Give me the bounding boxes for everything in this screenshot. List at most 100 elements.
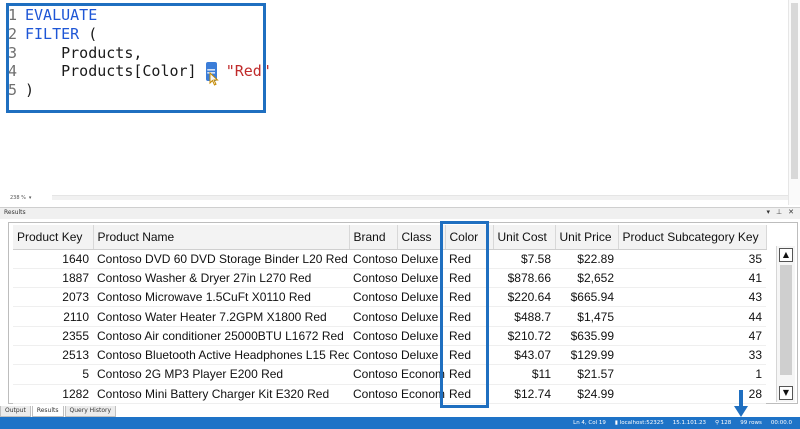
class-cell[interactable]: Deluxe xyxy=(397,345,445,366)
column-header[interactable]: Product Name xyxy=(93,225,350,250)
server-version: 15.1.101.23 xyxy=(672,420,706,426)
column-header[interactable]: Brand xyxy=(349,225,398,250)
product-key-cell[interactable]: 1887 xyxy=(13,268,93,289)
subcategory-key-cell[interactable]: 41 xyxy=(618,268,766,289)
product-name-cell[interactable]: Contoso Washer & Dryer 27in L270 Red xyxy=(93,268,349,289)
product-name-cell[interactable]: Contoso Mini Battery Charger Kit E320 Re… xyxy=(93,384,349,404)
class-cell[interactable]: Deluxe xyxy=(397,249,445,269)
brand-cell[interactable]: Contoso xyxy=(349,287,397,308)
unit-price-cell[interactable]: $24.99 xyxy=(555,384,618,404)
subcategory-key-cell[interactable]: 35 xyxy=(618,249,766,269)
class-cell[interactable]: Deluxe xyxy=(397,326,445,346)
results-pane-header: Results ▾ ⊥ ✕ xyxy=(0,207,800,219)
product-key-cell[interactable]: 2513 xyxy=(13,345,93,366)
color-column-highlight-box xyxy=(440,221,489,408)
zoom-indicator[interactable]: 238 % ▾ xyxy=(10,195,31,201)
unit-cost-cell[interactable]: $43.07 xyxy=(493,345,555,366)
brand-cell[interactable]: Contoso xyxy=(349,345,397,366)
subcategory-key-cell[interactable]: 47 xyxy=(618,326,766,346)
table-row[interactable]: 2355 Contoso Air conditioner 25000BTU L16… xyxy=(13,326,766,346)
unit-price-cell[interactable]: $22.89 xyxy=(555,249,618,269)
pane-menu-icon[interactable]: ▾ xyxy=(767,208,771,216)
column-header[interactable]: Product Key xyxy=(13,225,94,250)
tab-output[interactable]: Output xyxy=(0,406,31,417)
unit-cost-cell[interactable]: $7.58 xyxy=(493,249,555,269)
server-name: localhost:52325 xyxy=(619,420,664,426)
unit-price-cell[interactable]: $129.99 xyxy=(555,345,618,366)
tab-results[interactable]: Results xyxy=(31,406,64,417)
unit-price-cell[interactable]: $1,475 xyxy=(555,306,618,327)
unit-cost-cell[interactable]: $878.66 xyxy=(493,268,555,289)
product-key-cell[interactable]: 2355 xyxy=(13,326,93,346)
product-name-cell[interactable]: Contoso 2G MP3 Player E200 Red xyxy=(93,364,349,385)
product-name-cell[interactable]: Contoso Microwave 1.5CuFt X0110 Red xyxy=(93,287,349,308)
brand-cell[interactable]: Contoso xyxy=(349,249,397,269)
product-name-cell[interactable]: Contoso Bluetooth Active Headphones L15 … xyxy=(93,345,349,366)
product-key-cell[interactable]: 2110 xyxy=(13,306,93,327)
unit-cost-cell[interactable]: $210.72 xyxy=(493,326,555,346)
table-row[interactable]: 1282 Contoso Mini Battery Charger Kit E32… xyxy=(13,384,766,404)
column-header[interactable]: Unit Cost xyxy=(493,225,556,250)
subcategory-key-cell[interactable]: 43 xyxy=(618,287,766,308)
product-name-cell[interactable]: Contoso Air conditioner 25000BTU L1672 R… xyxy=(93,326,349,346)
table-row[interactable]: 2513 Contoso Bluetooth Active Headphones … xyxy=(13,345,766,366)
status-bar: Ln 4, Col 19 ▮ localhost:52325 15.1.101.… xyxy=(0,417,800,429)
subcategory-key-cell[interactable]: 44 xyxy=(618,306,766,327)
close-icon[interactable]: ✕ xyxy=(788,208,794,216)
scroll-down-icon[interactable]: ▼ xyxy=(779,386,793,400)
table-row[interactable]: 2110 Contoso Water Heater 7.2GPM X1800 Re… xyxy=(13,306,766,327)
class-cell[interactable]: Deluxe xyxy=(397,287,445,308)
pin-icon[interactable]: ⊥ xyxy=(776,208,782,216)
spid-status: ⚲ 128 xyxy=(715,420,731,426)
unit-cost-cell[interactable]: $12.74 xyxy=(493,384,555,404)
class-cell[interactable]: Economy xyxy=(397,384,445,404)
subcategory-key-cell[interactable]: 33 xyxy=(618,345,766,366)
product-key-cell[interactable]: 1282 xyxy=(13,384,93,404)
class-cell[interactable]: Deluxe xyxy=(397,268,445,289)
editor-vertical-scrollbar[interactable] xyxy=(788,0,800,205)
product-key-cell[interactable]: 1640 xyxy=(13,249,93,269)
brand-cell[interactable]: Contoso xyxy=(349,268,397,289)
scroll-thumb[interactable] xyxy=(780,265,792,375)
column-header[interactable]: Class xyxy=(397,225,446,250)
column-header[interactable]: Unit Price xyxy=(555,225,619,250)
unit-price-cell[interactable]: $21.57 xyxy=(555,364,618,385)
tab-query-history[interactable]: Query History xyxy=(64,406,117,417)
editor-highlight-box xyxy=(6,3,266,113)
unit-price-cell[interactable]: $665.94 xyxy=(555,287,618,308)
elapsed-time: 00:00.0 xyxy=(770,420,792,426)
class-cell[interactable]: Deluxe xyxy=(397,306,445,327)
table-row[interactable]: 1887 Contoso Washer & Dryer 27in L270 Red… xyxy=(13,268,766,289)
server-status: ▮ localhost:52325 xyxy=(615,420,664,426)
editor-horizontal-scrollbar[interactable] xyxy=(52,195,788,200)
column-header[interactable]: Product Subcategory Key xyxy=(618,225,767,250)
unit-price-cell[interactable]: $635.99 xyxy=(555,326,618,346)
results-pane-title: Results xyxy=(4,209,26,216)
class-cell[interactable]: Economy xyxy=(397,364,445,385)
unit-cost-cell[interactable]: $488.7 xyxy=(493,306,555,327)
table-row[interactable]: 2073 Contoso Microwave 1.5CuFt X0110 Red C… xyxy=(13,287,766,308)
scroll-up-icon[interactable]: ▲ xyxy=(779,248,793,262)
zoom-level: 238 % xyxy=(10,195,26,201)
product-key-cell[interactable]: 5 xyxy=(13,364,93,385)
grid-vertical-scrollbar[interactable]: ▲ ▼ xyxy=(776,246,795,402)
brand-cell[interactable]: Contoso xyxy=(349,326,397,346)
table-row[interactable]: 5 Contoso 2G MP3 Player E200 Red Contoso Ec… xyxy=(13,364,766,385)
query-editor[interactable]: 1 EVALUATE 2 FILTER (3 Products, 4 Products[… xyxy=(0,0,800,205)
grid-header-row: Product Key Product Name Brand Class Color Un… xyxy=(13,225,767,250)
zoom-dropdown-icon[interactable]: ▾ xyxy=(29,195,32,201)
bottom-tabs: Output Results Query History xyxy=(0,406,117,417)
product-name-cell[interactable]: Contoso Water Heater 7.2GPM X1800 Red xyxy=(93,306,349,327)
table-row[interactable]: 1640 Contoso DVD 60 DVD Storage Binder L2… xyxy=(13,249,766,269)
spid-value: 128 xyxy=(720,420,732,426)
brand-cell[interactable]: Contoso xyxy=(349,364,397,385)
results-grid[interactable]: Product Key Product Name Brand Class Color Un… xyxy=(8,222,798,404)
brand-cell[interactable]: Contoso xyxy=(349,306,397,327)
unit-cost-cell[interactable]: $11 xyxy=(493,364,555,385)
product-key-cell[interactable]: 2073 xyxy=(13,287,93,308)
subcategory-key-cell[interactable]: 1 xyxy=(618,364,766,385)
brand-cell[interactable]: Contoso xyxy=(349,384,397,404)
product-name-cell[interactable]: Contoso DVD 60 DVD Storage Binder L20 Re… xyxy=(93,249,349,269)
unit-price-cell[interactable]: $2,652 xyxy=(555,268,618,289)
unit-cost-cell[interactable]: $220.64 xyxy=(493,287,555,308)
